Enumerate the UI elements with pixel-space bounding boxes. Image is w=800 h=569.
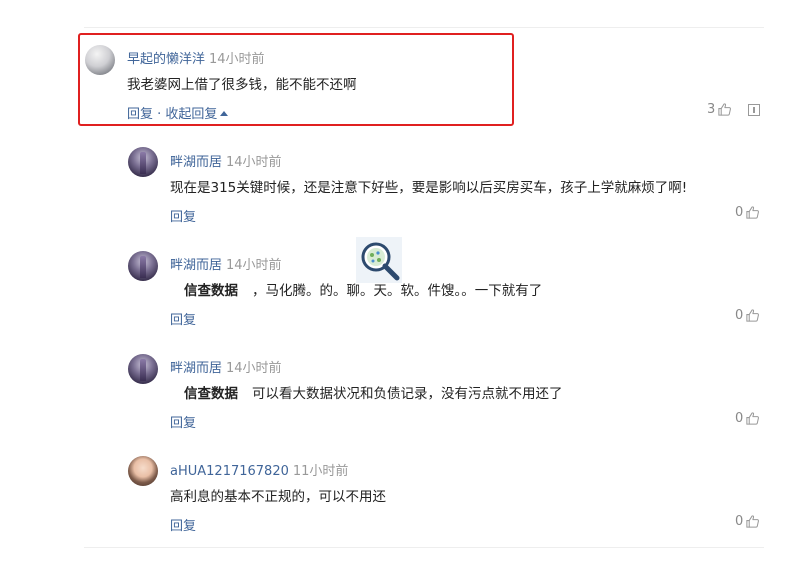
- avatar[interactable]: [128, 147, 158, 177]
- like-button[interactable]: 0: [735, 411, 760, 426]
- like-button[interactable]: 0: [735, 308, 760, 323]
- brand-prefix: 信查数据: [184, 386, 238, 402]
- avatar[interactable]: [128, 354, 158, 384]
- like-button[interactable]: 3: [707, 102, 732, 117]
- comment-header: 畔湖而居 14小时前: [170, 357, 282, 376]
- avatar[interactable]: [128, 456, 158, 486]
- brand-prefix: 信查数据: [184, 283, 238, 299]
- bottom-divider: [84, 547, 764, 548]
- like-button[interactable]: 0: [735, 205, 760, 220]
- like-count: 0: [735, 308, 744, 323]
- comment-body: 可以看大数据状况和负债记录，没有污点就不用还了: [252, 386, 563, 402]
- reply-button[interactable]: 回复: [170, 309, 196, 328]
- comment-header: aHUA1217167820 11小时前: [170, 460, 348, 479]
- comment-text: 高利息的基本不正规的，可以不用还: [170, 489, 386, 505]
- username-link[interactable]: aHUA1217167820: [170, 464, 289, 479]
- reply-button[interactable]: 回复: [127, 107, 153, 122]
- like-count: 0: [735, 205, 744, 220]
- comment-section: 早起的懒洋洋 14小时前 我老婆网上借了很多钱，能不能不还啊 回复 · 收起回复 …: [0, 0, 800, 569]
- collapse-replies-button[interactable]: 收起回复: [165, 107, 229, 122]
- like-count: 3: [707, 102, 716, 117]
- reply-button[interactable]: 回复: [170, 412, 196, 431]
- timestamp: 14小时前: [226, 361, 282, 376]
- comment-header: 畔湖而居 14小时前: [170, 151, 282, 170]
- comment-header: 早起的懒洋洋 14小时前: [127, 48, 265, 67]
- magnifier-icon: [356, 237, 402, 283]
- comment-text: 信查数据 可以看大数据状况和负债记录，没有污点就不用还了: [170, 382, 563, 402]
- like-button[interactable]: 0: [735, 514, 760, 529]
- top-divider: [84, 27, 764, 28]
- timestamp: 14小时前: [209, 52, 265, 67]
- thumbs-up-icon: [746, 515, 760, 528]
- collapse-replies-label: 收起回复: [165, 107, 218, 122]
- thumbs-up-icon: [746, 309, 760, 322]
- username-link[interactable]: 畔湖而居: [170, 361, 222, 376]
- username-link[interactable]: 畔湖而居: [170, 258, 222, 273]
- comment-body: ，马化腾。的。聊。天。软。件馊。。一下就有了: [252, 283, 543, 299]
- timestamp: 14小时前: [226, 155, 282, 170]
- timestamp: 14小时前: [226, 258, 282, 273]
- reply-actions: 回复 · 收起回复: [127, 103, 229, 122]
- timestamp: 11小时前: [292, 464, 349, 479]
- report-icon[interactable]: [748, 104, 760, 116]
- comment-text: 我老婆网上借了很多钱，能不能不还啊: [127, 77, 357, 93]
- action-separator: ·: [153, 107, 166, 122]
- comment-text: 现在是315关键时候，还是注意下好些，要是影响以后买房买车，孩子上学就麻烦了啊!: [170, 180, 688, 196]
- reply-button[interactable]: 回复: [170, 515, 196, 534]
- avatar[interactable]: [128, 251, 158, 281]
- thumbs-up-icon: [718, 103, 732, 116]
- like-count: 0: [735, 514, 744, 529]
- comment-header: 畔湖而居 14小时前: [170, 254, 282, 273]
- thumbs-up-icon: [746, 206, 760, 219]
- username-link[interactable]: 畔湖而居: [170, 155, 222, 170]
- username-link[interactable]: 早起的懒洋洋: [127, 52, 205, 67]
- reply-button[interactable]: 回复: [170, 206, 196, 225]
- thumbs-up-icon: [746, 412, 760, 425]
- caret-up-icon: [220, 111, 229, 116]
- like-count: 0: [735, 411, 744, 426]
- avatar[interactable]: [85, 45, 115, 75]
